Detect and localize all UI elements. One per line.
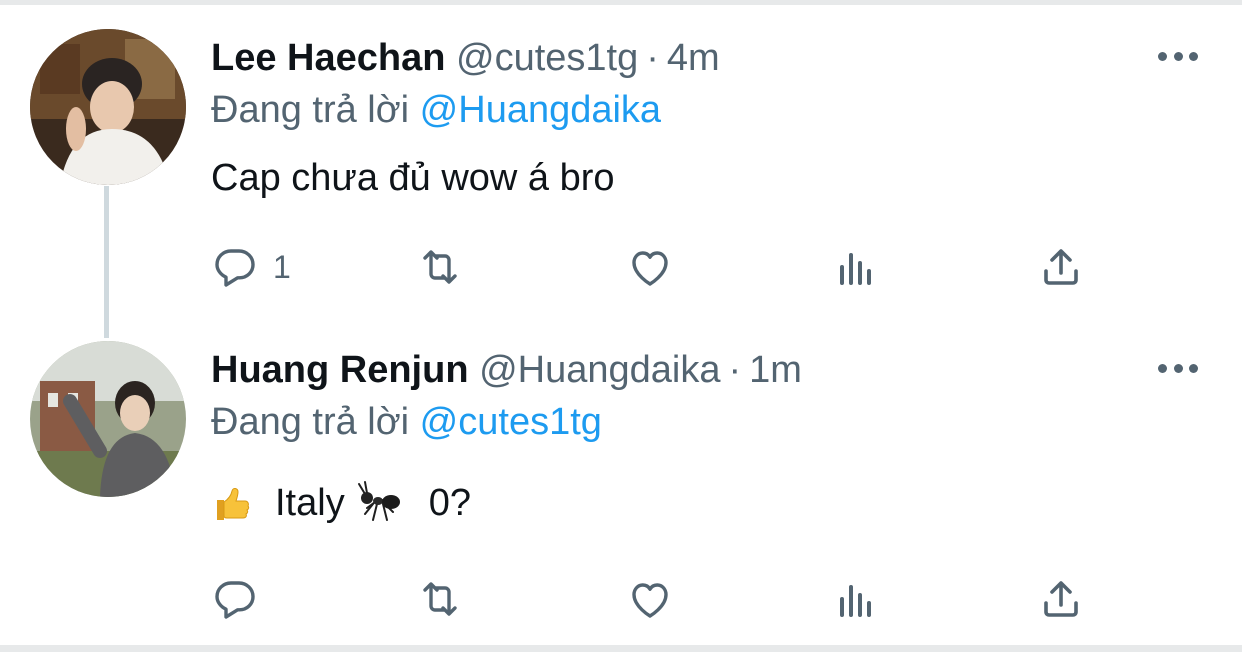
reply-count: 1 [273,248,291,285]
bottom-divider [0,645,1242,652]
thumbs-up-emoji-icon [217,488,250,520]
user-handle[interactable]: @cutes1tg [456,37,638,79]
replying-to: Đang trả lời @Huangdaika [211,85,661,135]
share-icon [1044,249,1078,285]
share-button[interactable] [1037,569,1085,629]
views-button[interactable] [832,569,880,629]
reply-button[interactable] [211,569,273,629]
header-separator: · [646,37,659,79]
header-separator: · [728,349,742,391]
tweet-text: Italy 0? [211,478,471,528]
tweet-header: Huang Renjun @Huangdaika · 1m [211,345,802,395]
views-icon [840,253,871,285]
tweet-header: Lee Haechan @cutes1tg · 4m [211,33,720,83]
display-name[interactable]: Lee Haechan [211,37,445,79]
timestamp[interactable]: 4m [667,37,720,79]
action-bar [0,569,1242,629]
more-icon[interactable] [1158,358,1198,378]
views-icon [840,585,871,617]
retweet-button[interactable] [416,237,464,297]
display-name[interactable]: Huang Renjun [211,349,469,391]
retweet-icon [423,250,457,284]
user-handle[interactable]: @Huangdaika [479,349,720,391]
user-photo-avatar-icon [30,341,186,497]
retweet-button[interactable] [416,569,464,629]
like-icon [632,251,668,286]
top-divider [0,0,1242,5]
replying-to: Đang trả lời @cutes1tg [211,397,602,447]
tweet-text-part: 0? [428,482,471,524]
tweet-text: Cap chưa đủ wow á bro [211,157,615,199]
reply-icon [215,581,255,619]
replying-to-mention[interactable]: @Huangdaika [420,89,661,131]
avatar-huang-renjun[interactable] [30,341,186,497]
reply-button[interactable]: 1 [211,237,291,297]
user-photo-avatar-icon [30,29,186,185]
ant-emoji-icon [357,481,400,521]
avatar-lee-haechan[interactable] [30,29,186,185]
timestamp[interactable]: 1m [749,349,802,391]
share-icon [1044,581,1078,617]
replying-to-label: Đang trả lời [211,89,410,131]
action-bar: 1 [0,237,1242,297]
views-button[interactable] [832,237,880,297]
reply-icon [215,249,255,287]
replying-to-label: Đang trả lời [211,401,410,443]
like-button[interactable] [626,237,674,297]
retweet-icon [423,582,457,616]
like-icon [632,583,668,618]
like-button[interactable] [626,569,674,629]
more-icon[interactable] [1158,46,1198,66]
replying-to-mention[interactable]: @cutes1tg [420,401,602,443]
share-button[interactable] [1037,237,1085,297]
tweet-text-part: Italy [275,482,345,524]
